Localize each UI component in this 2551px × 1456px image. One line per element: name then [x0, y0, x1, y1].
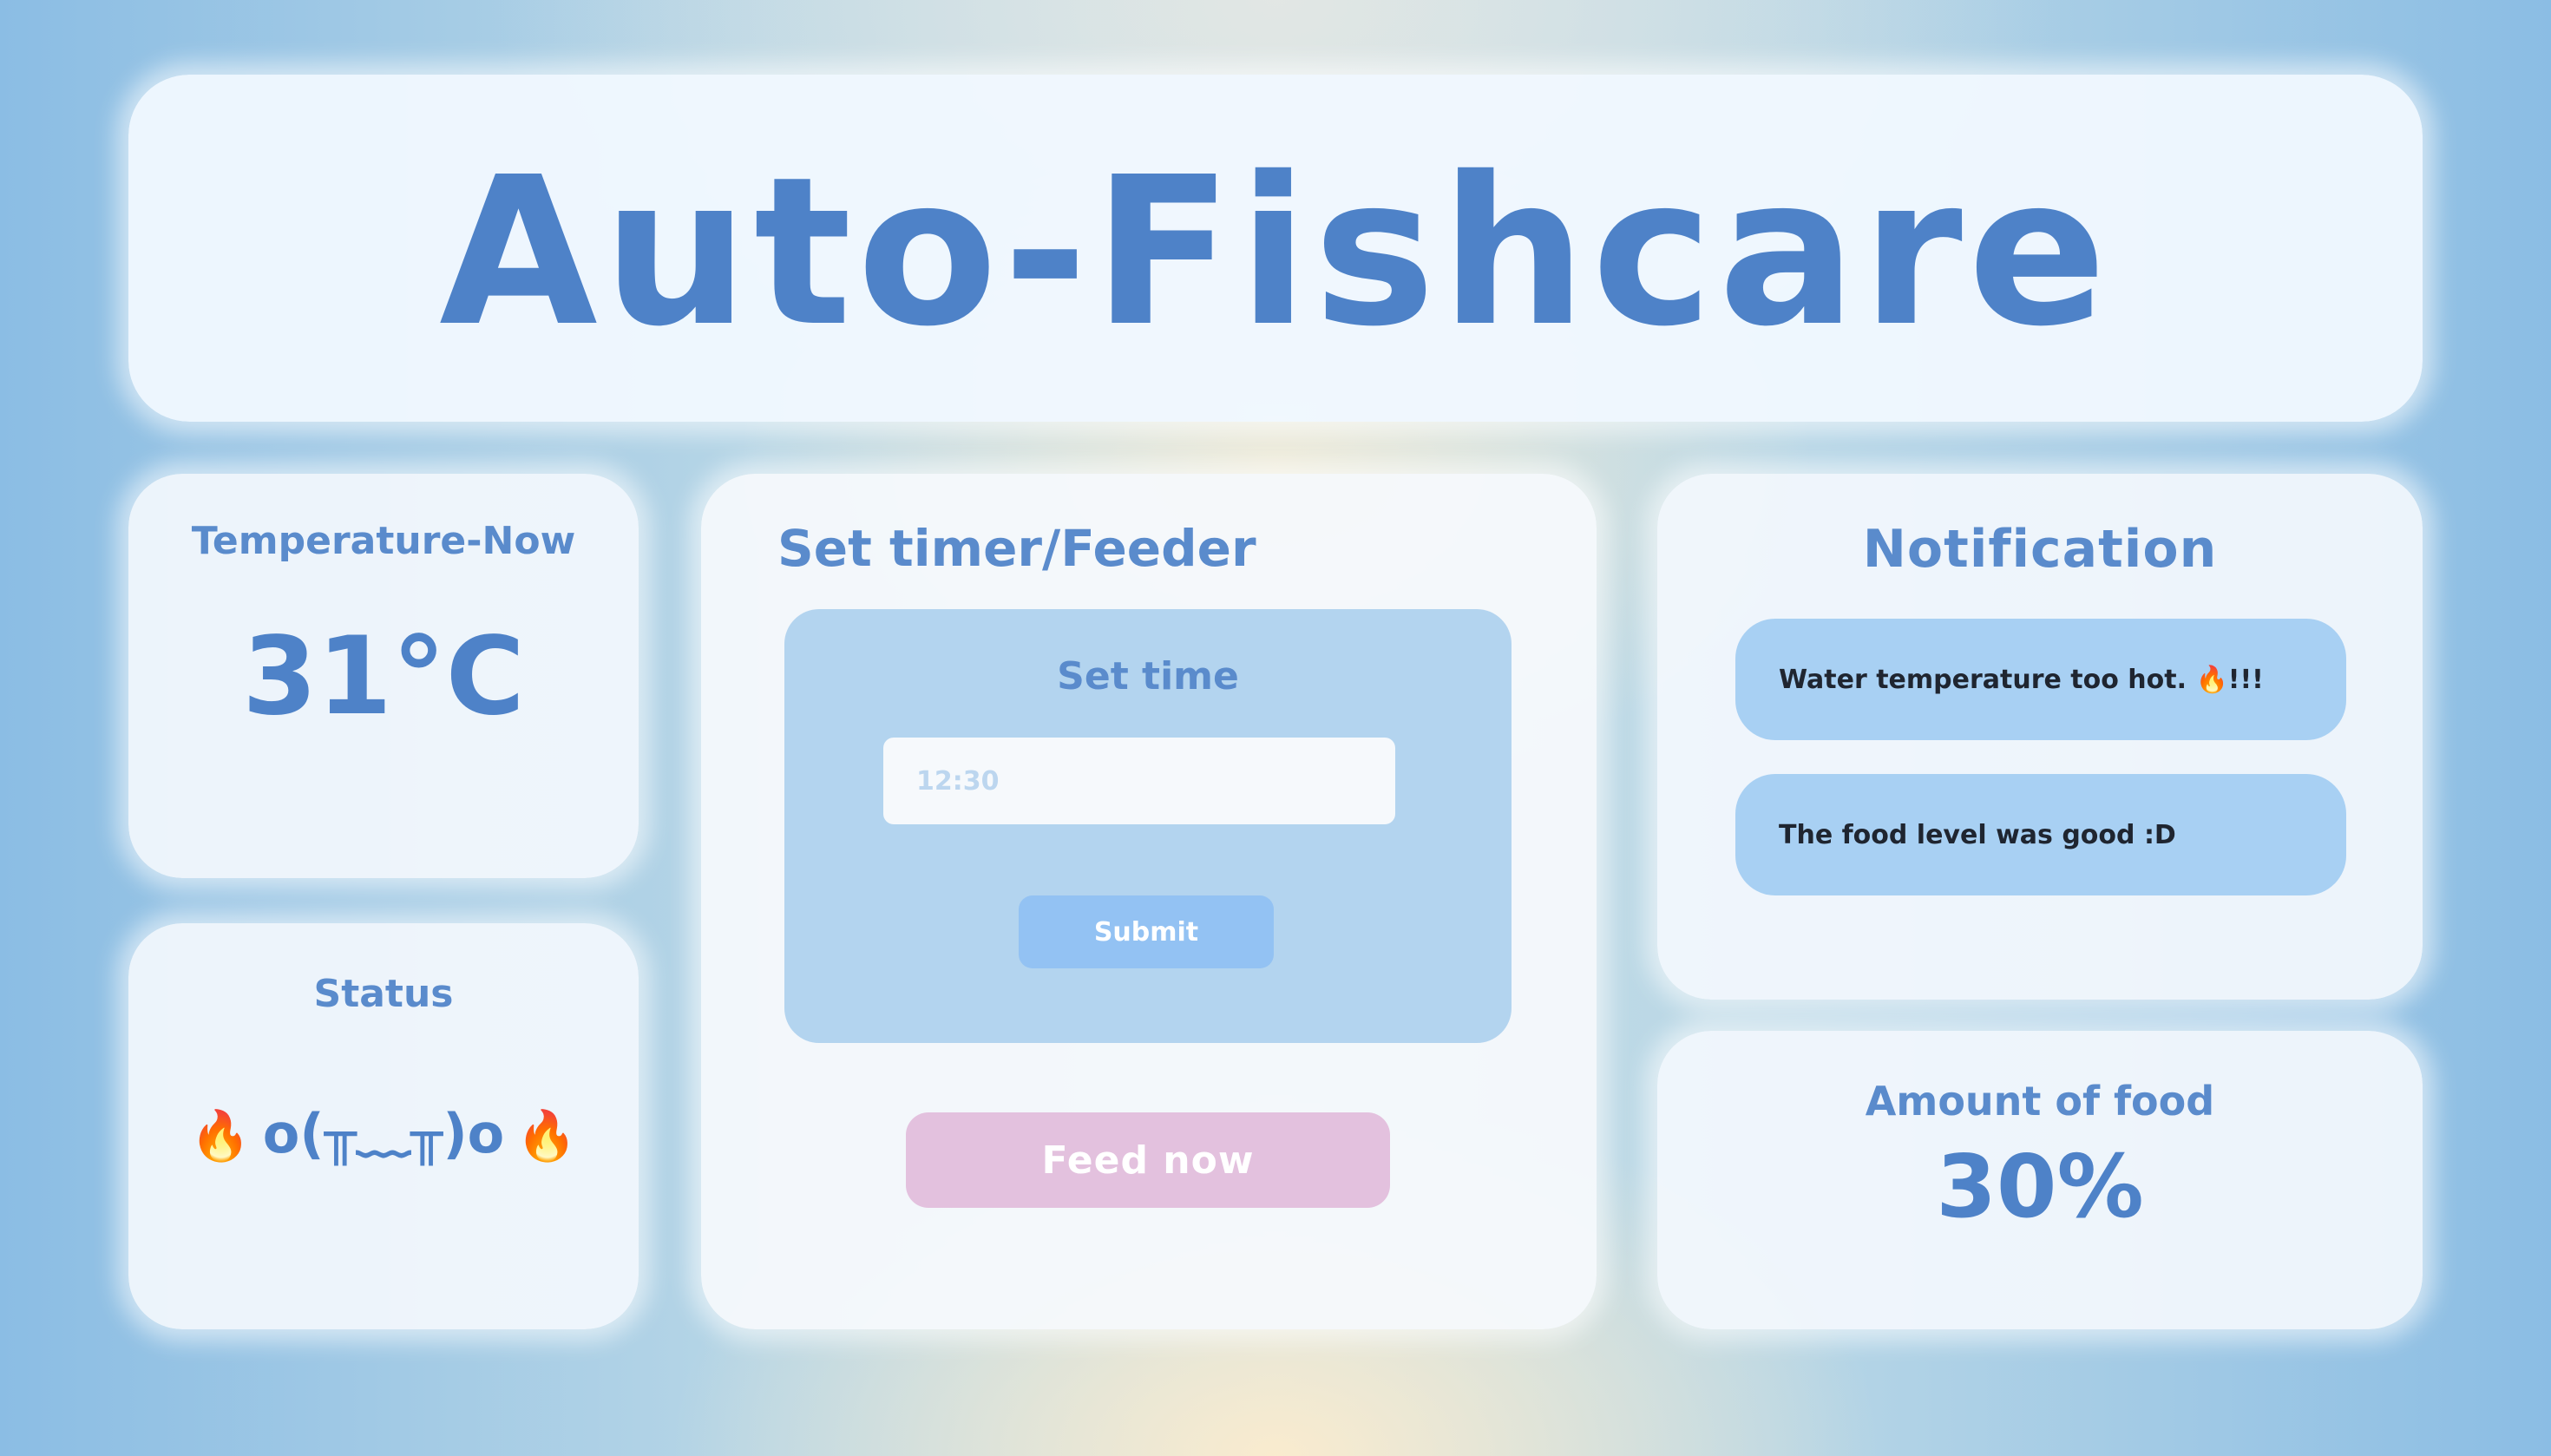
timer-feeder-title: Set timer/Feeder — [777, 519, 1256, 578]
timer-feeder-card: Set timer/Feeder Set time Submit Feed no… — [701, 474, 1597, 1329]
set-time-panel: Set time Submit — [784, 609, 1512, 1043]
fire-icon: 🔥 — [190, 1108, 251, 1164]
notification-item: The food level was good :D — [1735, 774, 2346, 895]
food-amount-value: 30% — [1936, 1136, 2144, 1237]
fire-icon: 🔥 — [516, 1108, 577, 1164]
notification-title: Notification — [1862, 519, 2218, 580]
feed-now-button[interactable]: Feed now — [906, 1112, 1390, 1208]
food-amount-title: Amount of food — [1865, 1078, 2215, 1125]
time-input[interactable] — [883, 738, 1395, 824]
status-card: Status 🔥 o(╥﹏╥)o 🔥 — [128, 923, 639, 1329]
temperature-title: Temperature-Now — [191, 519, 576, 563]
set-time-title: Set time — [1057, 654, 1239, 698]
temperature-card: Temperature-Now 31°C — [128, 474, 639, 878]
status-indicator: 🔥 o(╥﹏╥)o 🔥 — [128, 1090, 639, 1168]
notification-item: Water temperature too hot. 🔥!!! — [1735, 619, 2346, 740]
submit-button[interactable]: Submit — [1019, 895, 1274, 968]
temperature-value: 31°C — [242, 614, 525, 739]
food-amount-card: Amount of food 30% — [1657, 1031, 2423, 1329]
status-title: Status — [313, 972, 454, 1016]
status-face: o(╥﹏╥)o — [262, 1102, 505, 1165]
notification-card: Notification Water temperature too hot. … — [1657, 474, 2423, 1000]
app-title: Auto-Fishcare — [439, 133, 2112, 371]
header-card: Auto-Fishcare — [128, 75, 2423, 422]
